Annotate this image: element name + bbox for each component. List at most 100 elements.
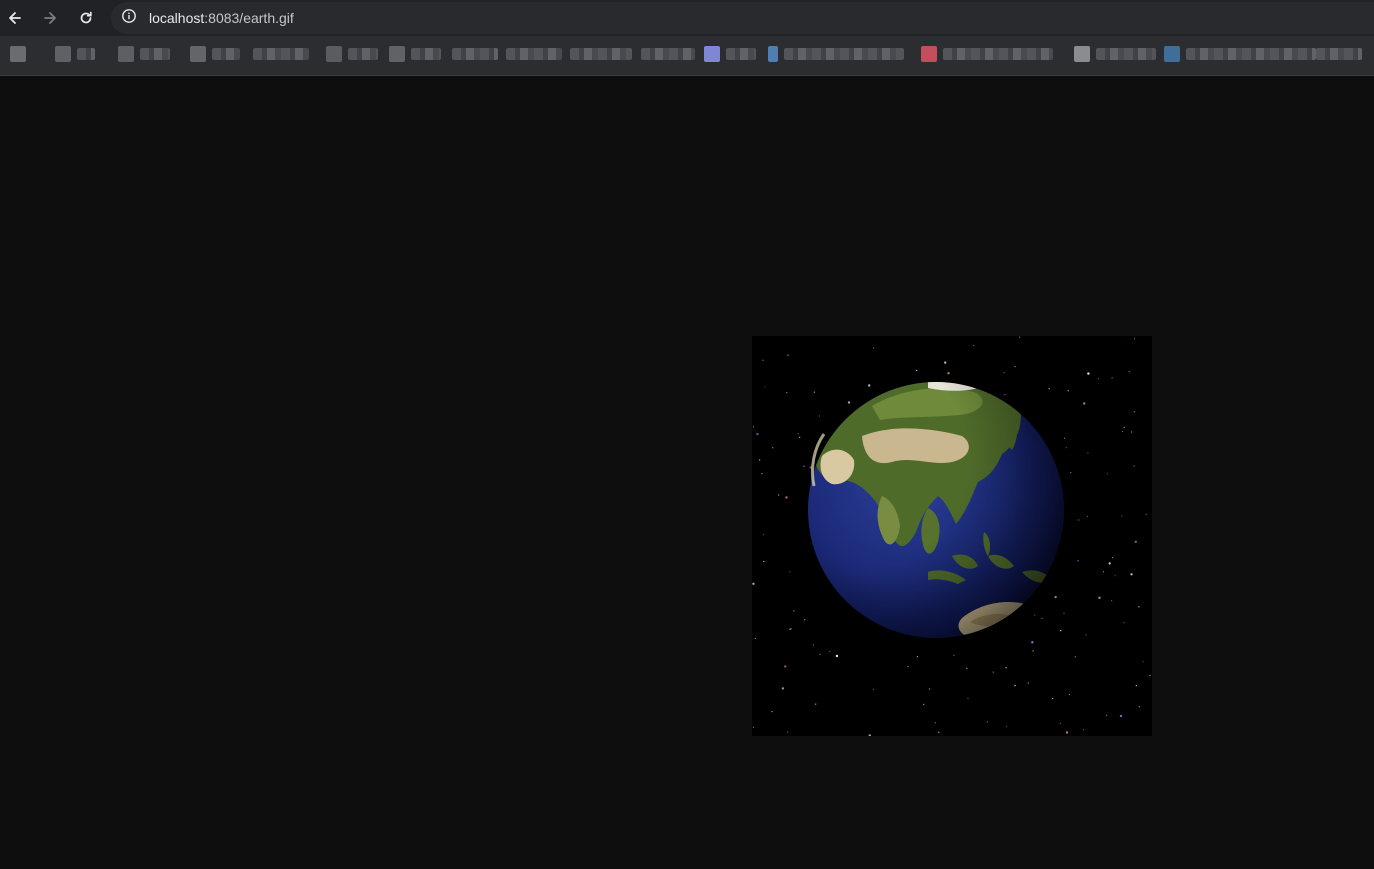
star [1014, 685, 1016, 687]
star [1065, 447, 1067, 449]
star [1060, 630, 1062, 632]
star [967, 697, 969, 699]
star [789, 628, 791, 630]
star [1032, 650, 1034, 652]
star [868, 384, 871, 387]
star [835, 654, 839, 658]
star [1130, 573, 1133, 576]
star [1106, 473, 1108, 475]
bookmark-item[interactable] [253, 45, 309, 63]
star [1082, 729, 1085, 731]
bookmark-item[interactable] [10, 45, 32, 63]
star [787, 731, 789, 733]
star [1134, 540, 1137, 543]
bookmark-item[interactable] [921, 45, 1053, 63]
star [934, 722, 936, 724]
star [1083, 402, 1086, 405]
star [1068, 693, 1070, 696]
star [947, 372, 950, 375]
page-content [0, 76, 1374, 869]
star [1121, 430, 1124, 433]
bookmark-item[interactable] [570, 45, 632, 63]
star [752, 426, 754, 428]
star [1142, 661, 1144, 663]
address-bar[interactable]: localhost:8083/earth.gif [111, 2, 1374, 34]
bookmark-item[interactable] [1316, 45, 1362, 63]
star [1070, 471, 1072, 474]
star [929, 688, 931, 690]
bookmark-item[interactable] [190, 45, 240, 63]
star [781, 687, 785, 690]
bookmark-item[interactable] [452, 45, 498, 63]
bookmark-item[interactable] [326, 45, 378, 63]
globe [808, 382, 1064, 638]
star [1014, 366, 1016, 368]
star [804, 619, 806, 621]
back-button[interactable] [3, 6, 27, 30]
arrow-left-icon [7, 10, 23, 26]
url-text[interactable]: localhost:8083/earth.gif [149, 9, 294, 27]
url-path: :8083/earth.gif [204, 10, 294, 26]
star [868, 734, 871, 736]
star [873, 347, 875, 349]
star [793, 610, 795, 612]
star [1078, 519, 1080, 521]
arrow-right-icon [42, 10, 58, 26]
bookmarks-bar [0, 36, 1374, 76]
star [1102, 571, 1105, 573]
star [752, 582, 755, 585]
star [1111, 557, 1114, 559]
star [1133, 465, 1135, 467]
star [1108, 562, 1111, 565]
star [1004, 394, 1006, 396]
bookmark-item[interactable] [389, 45, 441, 63]
earth-gif-image [752, 336, 1152, 736]
star [872, 688, 874, 690]
star [803, 465, 805, 467]
star [789, 571, 791, 573]
star [1074, 656, 1076, 658]
star [1077, 560, 1079, 562]
star [815, 703, 817, 705]
star [763, 534, 765, 536]
star [1005, 667, 1007, 669]
reload-button[interactable] [74, 6, 98, 30]
star [799, 436, 801, 438]
star [1128, 371, 1130, 373]
star [762, 359, 764, 361]
star [764, 386, 766, 388]
star [1034, 614, 1036, 616]
star [759, 459, 761, 461]
star [754, 637, 756, 640]
star [1048, 388, 1050, 390]
star [1087, 372, 1090, 375]
star [1003, 372, 1005, 374]
star [923, 703, 925, 705]
star [1054, 595, 1057, 599]
forward-button[interactable] [38, 6, 62, 30]
bookmark-item[interactable] [768, 45, 904, 63]
star [787, 354, 789, 356]
url-host: localhost [149, 10, 205, 26]
star [1138, 606, 1140, 608]
bookmark-item[interactable] [704, 45, 756, 63]
star [785, 496, 788, 499]
star [763, 560, 765, 563]
bookmark-item[interactable] [118, 45, 170, 63]
bookmark-item[interactable] [641, 45, 695, 63]
star [1019, 336, 1021, 338]
star [907, 665, 909, 667]
star [1119, 714, 1123, 718]
star [761, 473, 763, 475]
bookmark-item[interactable] [1074, 45, 1156, 63]
star [1031, 641, 1034, 644]
bookmark-item[interactable] [506, 45, 562, 63]
site-info-button[interactable] [119, 8, 139, 28]
star [992, 671, 994, 673]
browser-window: localhost:8083/earth.gif [0, 0, 1374, 869]
bookmark-item[interactable] [1164, 45, 1316, 63]
bookmark-item[interactable] [55, 45, 95, 63]
star [986, 721, 988, 723]
star [847, 401, 851, 404]
star [819, 653, 821, 655]
